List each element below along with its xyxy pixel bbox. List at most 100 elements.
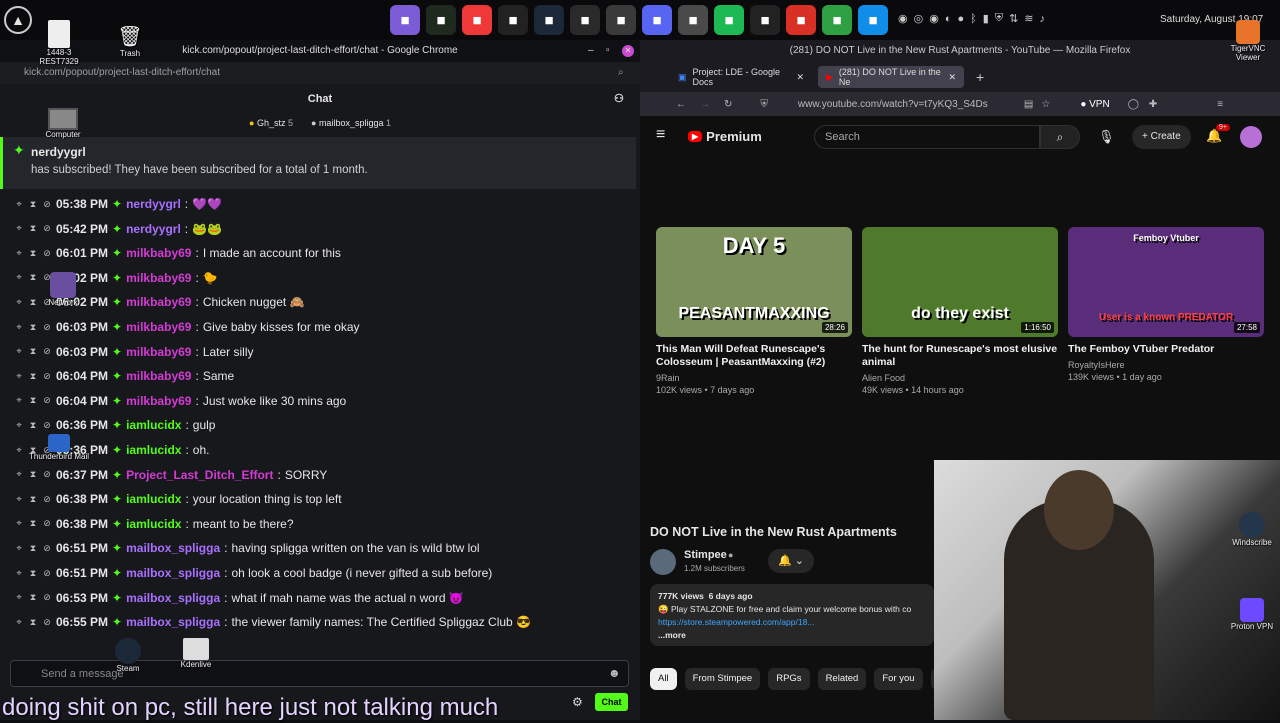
menu-icon[interactable]: ≡ [1217, 99, 1223, 110]
message-user[interactable]: nerdyygrl [126, 222, 181, 236]
timeout-icon[interactable]: ⧗ [28, 469, 38, 480]
message-user[interactable]: iamlucidx [126, 443, 181, 457]
create-button[interactable]: + Create [1132, 125, 1191, 149]
bookmark-icon[interactable]: ☆ [1041, 99, 1050, 110]
spotify-icon[interactable]: ■ [714, 5, 744, 35]
filter-chip[interactable]: From Stimpee [684, 668, 761, 690]
teamviewer-icon[interactable]: ■ [858, 5, 888, 35]
gamepad-icon[interactable]: ■ [570, 5, 600, 35]
pin-icon[interactable]: ⌖ [14, 272, 24, 283]
message-user[interactable]: mailbox_spligga [126, 541, 220, 555]
desktop-icon-steam[interactable]: Steam [108, 638, 148, 673]
filter-chip[interactable]: Related [817, 668, 867, 690]
message-user[interactable]: iamlucidx [126, 492, 181, 506]
pin-icon[interactable]: ⌖ [14, 445, 24, 456]
zoom-icon[interactable]: ⌕ [618, 62, 624, 84]
bluetooth-icon[interactable]: ᛒ [970, 13, 977, 25]
address-bar[interactable]: kick.com/popout/project-last-ditch-effor… [0, 62, 640, 84]
obs-tray-icon[interactable]: ◎ [914, 12, 924, 25]
discord-tray-icon[interactable]: ◉ [898, 12, 908, 25]
chat-message[interactable]: ⌖ ⧗ ⊘ 06:38 PM ✦ iamlucidx: meant to be there? [14, 512, 624, 536]
ban-icon[interactable]: ⊘ [42, 199, 52, 210]
pin-icon[interactable]: ⌖ [14, 568, 24, 579]
chat-message[interactable]: ⌖ ⧗ ⊘ 05:42 PM ✦ nerdyygrl: 🐸🐸 [14, 217, 624, 241]
network-tray-icon[interactable]: ⇅ [1009, 12, 1018, 25]
chat-users-icon[interactable]: ⚇ [614, 87, 624, 111]
timeout-icon[interactable]: ⧗ [28, 518, 38, 529]
pin-icon[interactable]: ⌖ [14, 592, 24, 603]
video-card[interactable]: DAY 5 PEASANTMAXXING 28:26 This Man Will De… [656, 227, 852, 396]
message-user[interactable]: mailbox_spligga [126, 615, 220, 629]
video-card-channel[interactable]: Alien Food [862, 372, 1058, 384]
desktop-icon-kdenlive[interactable]: Kdenlive [174, 638, 218, 669]
timeout-icon[interactable]: ⧗ [28, 248, 38, 259]
timeout-icon[interactable]: ⧗ [28, 371, 38, 382]
pin-icon[interactable]: ⌖ [14, 395, 24, 406]
message-user[interactable]: milkbaby69 [126, 320, 191, 334]
desktop-icon-network[interactable]: Network [38, 272, 88, 307]
chat-message[interactable]: ⌖ ⧗ ⊘ 06:04 PM ✦ milkbaby69: Same [14, 364, 624, 388]
launcher-icon[interactable]: ▲ [4, 6, 32, 34]
filter-chip[interactable]: RPGs [768, 668, 810, 690]
forward-icon[interactable]: → [700, 99, 710, 110]
video-thumbnail[interactable]: do they exist 1:16:50 [862, 227, 1058, 337]
chrome-icon[interactable]: ■ [786, 5, 816, 35]
timeout-icon[interactable]: ⧗ [28, 346, 38, 357]
desktop-icon-computer[interactable]: Computer [38, 108, 88, 139]
timeout-icon[interactable]: ⧗ [28, 322, 38, 333]
monitor-icon[interactable]: ■ [426, 5, 456, 35]
firefox-url[interactable]: www.youtube.com/watch?v=t7yKQ3_S4Ds [798, 99, 1018, 110]
chat-message[interactable]: ⌖ ⧗ ⊘ 06:36 PM ✦ iamlucidx: gulp [14, 413, 624, 437]
ban-icon[interactable]: ⊘ [42, 568, 52, 579]
message-user[interactable]: Project_Last_Ditch_Effort [126, 468, 273, 482]
steam-tray-icon[interactable]: ◐ [945, 13, 952, 25]
extensions-icon[interactable]: ✚ [1149, 99, 1157, 110]
back-icon[interactable]: ← [676, 99, 686, 110]
tab-youtube[interactable]: ▶ (281) DO NOT Live in the Ne ✕ [818, 66, 964, 88]
youtube-search-input[interactable]: Search [814, 125, 1040, 149]
ban-icon[interactable]: ⊘ [42, 592, 52, 603]
show-more-link[interactable]: ...more [658, 629, 926, 642]
video-card[interactable]: Femboy Vtuber User is a known PREDATOR 27:… [1068, 227, 1264, 383]
new-tab-icon[interactable]: + [976, 69, 984, 85]
chat-message[interactable]: ⌖ ⧗ ⊘ 06:51 PM ✦ mailbox_spligga: having splig… [14, 536, 624, 560]
pin-icon[interactable]: ⌖ [14, 494, 24, 505]
timeout-icon[interactable]: ⧗ [28, 494, 38, 505]
send-chat-button[interactable]: Chat [595, 693, 628, 711]
terminal-icon[interactable]: ■ [498, 5, 528, 35]
video-card-channel[interactable]: 9Rain [656, 372, 852, 384]
filter-chip[interactable]: For you [874, 668, 923, 690]
ban-icon[interactable]: ⊘ [42, 223, 52, 234]
pin-icon[interactable]: ⌖ [14, 248, 24, 259]
pin-icon[interactable]: ⌖ [14, 199, 24, 210]
message-user[interactable]: milkbaby69 [126, 345, 191, 359]
vivaldi-icon[interactable]: ■ [462, 5, 492, 35]
chat-message[interactable]: ⌖ ⧗ ⊘ 06:55 PM ✦ mailbox_spligga: the viewer f… [14, 610, 624, 634]
tab-close-icon[interactable]: ✕ [948, 72, 956, 83]
video-thumbnail[interactable]: DAY 5 PEASANTMAXXING 28:26 [656, 227, 852, 337]
timeout-icon[interactable]: ⧗ [28, 395, 38, 406]
timeout-icon[interactable]: ⧗ [28, 592, 38, 603]
wordpress-icon[interactable]: ■ [606, 5, 636, 35]
settings-icon[interactable]: ⚙ [572, 695, 583, 709]
ban-icon[interactable]: ⊘ [42, 248, 52, 259]
youtube-logo[interactable]: ▶ Premium [688, 129, 762, 144]
video-card[interactable]: do they exist 1:16:50 The hunt for Runesca… [862, 227, 1058, 396]
message-user[interactable]: milkbaby69 [126, 295, 191, 309]
hamburger-icon[interactable]: ≡ [656, 126, 665, 144]
ban-icon[interactable]: ⊘ [42, 469, 52, 480]
desktop-icon-windscribe[interactable]: Windscribe [1226, 512, 1278, 547]
video-card-title[interactable]: This Man Will Defeat Runescape's Colosse… [656, 343, 852, 369]
pin-icon[interactable]: ⌖ [14, 223, 24, 234]
ban-icon[interactable]: ⊘ [42, 322, 52, 333]
chat-message[interactable]: ⌖ ⧗ ⊘ 06:02 PM ✦ milkbaby69: Chicken nugget 🙈 [14, 290, 624, 314]
account-icon[interactable]: ◯ [1128, 99, 1139, 110]
chat-message[interactable]: ⌖ ⧗ ⊘ 06:03 PM ✦ milkbaby69: Later silly [14, 340, 624, 364]
obs-icon[interactable]: ■ [750, 5, 780, 35]
record-tray-icon[interactable]: ● [957, 13, 964, 25]
pin-icon[interactable]: ⌖ [14, 420, 24, 431]
discord-icon[interactable]: ■ [642, 5, 672, 35]
video-thumbnail[interactable]: Femboy Vtuber User is a known PREDATOR 27:… [1068, 227, 1264, 337]
chat-message[interactable]: ⌖ ⧗ ⊘ 06:03 PM ✦ milkbaby69: Give baby kisses … [14, 315, 624, 339]
gifter-2[interactable]: ● mailbox_spligga 1 [311, 118, 391, 128]
